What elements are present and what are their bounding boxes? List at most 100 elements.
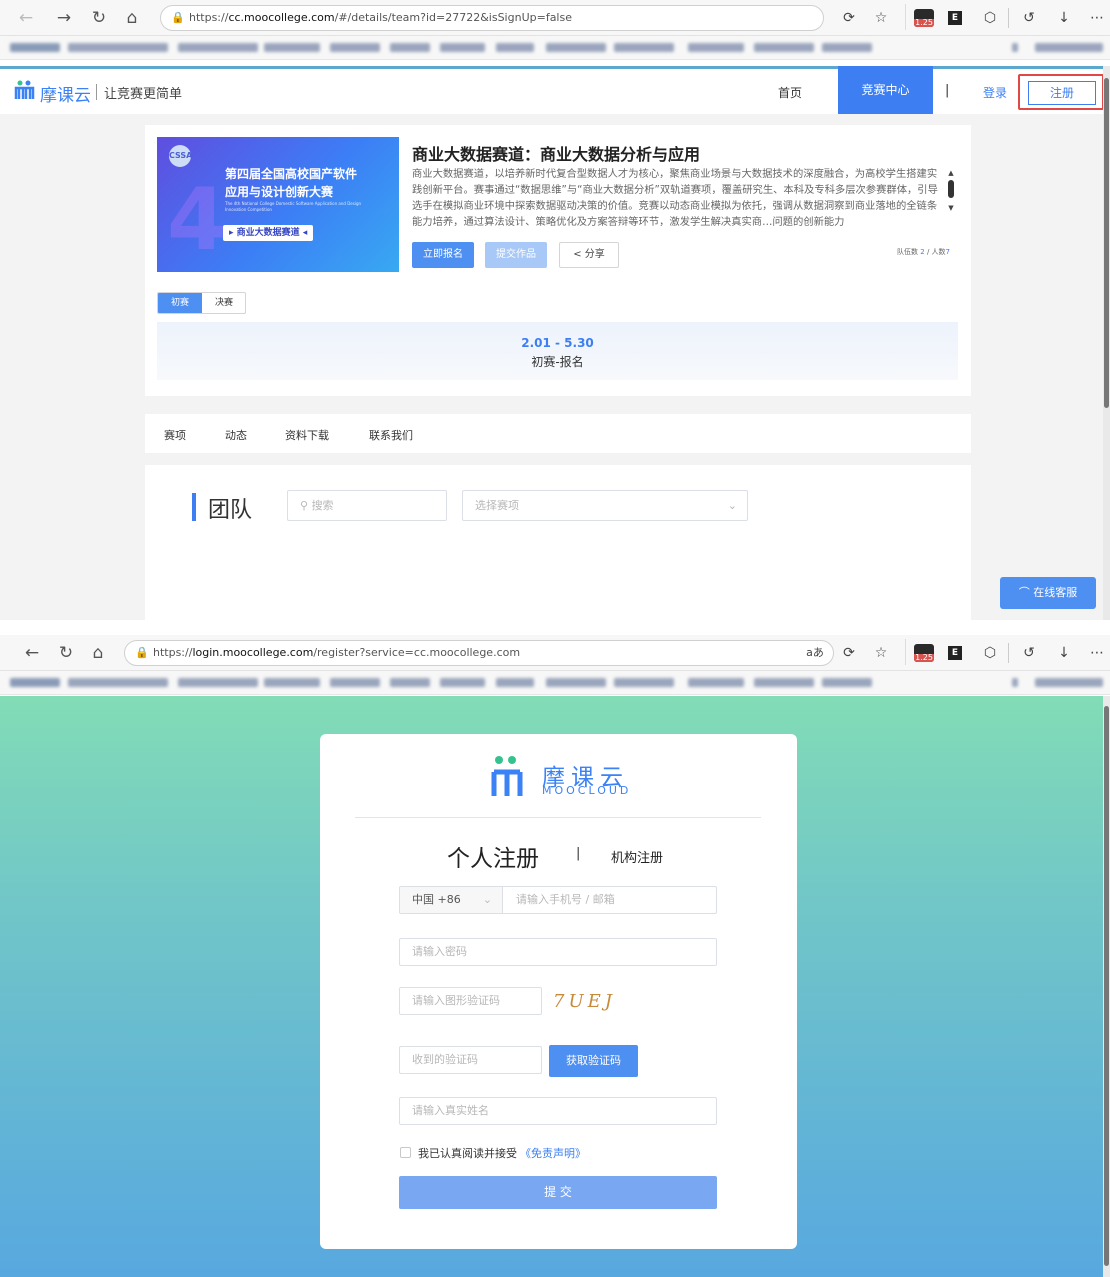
submit-work-button[interactable]: 提交作品 — [485, 242, 547, 268]
login-link[interactable]: 登录 — [983, 84, 1007, 101]
bookmark-item[interactable] — [68, 678, 168, 687]
read-aloud-icon[interactable]: ⟳ — [840, 9, 858, 27]
real-name-input[interactable]: 请输入真实姓名 — [399, 1097, 717, 1125]
home-icon[interactable]: ⌂ — [88, 643, 108, 663]
more-menu-icon[interactable]: ⋯ — [1088, 644, 1106, 662]
extensions-puzzle-icon[interactable]: ⬡ — [981, 9, 999, 27]
nav-home[interactable]: 首页 — [778, 84, 802, 101]
bookmark-item[interactable] — [440, 43, 485, 52]
bookmark-item[interactable] — [822, 43, 872, 52]
event-select[interactable]: 选择赛项 ⌄ — [462, 490, 748, 521]
home-icon[interactable]: ⌂ — [122, 8, 142, 28]
bookmark-item[interactable] — [546, 43, 606, 52]
more-menu-icon[interactable]: ⋯ — [1088, 9, 1106, 27]
bookmark-item[interactable] — [10, 678, 60, 687]
bookmark-item[interactable] — [1012, 43, 1018, 52]
bookmark-item[interactable] — [264, 678, 320, 687]
bookmark-item[interactable] — [496, 678, 534, 687]
bookmark-item[interactable] — [68, 43, 168, 52]
bookmark-item[interactable] — [330, 678, 380, 687]
bookmark-item[interactable] — [754, 43, 814, 52]
bookmark-item[interactable] — [264, 43, 320, 52]
extension-badge-icon[interactable]: 1.25 — [914, 644, 934, 662]
scrollbar-thumb[interactable] — [1104, 706, 1109, 1266]
contest-description: 商业大数据赛道，以培养新时代复合型数据人才为核心，聚焦商业场景与大数据技术的深度… — [412, 168, 938, 228]
agree-text: 我已认真阅读并接受 — [418, 1147, 517, 1160]
lock-icon: 🔒 — [171, 11, 185, 24]
scroll-thumb[interactable] — [948, 180, 954, 198]
forward-icon[interactable]: → — [54, 8, 74, 28]
extension-icon[interactable]: E — [948, 11, 962, 25]
bookmark-item[interactable] — [1012, 678, 1018, 687]
subnav-news[interactable]: 动态 — [225, 427, 247, 443]
bookmark-item[interactable] — [390, 43, 430, 52]
page-scrollbar-2[interactable] — [1103, 696, 1110, 1277]
favorite-star-icon[interactable]: ☆ — [872, 644, 890, 662]
bookmark-item[interactable] — [614, 43, 674, 52]
bookmark-item[interactable] — [1035, 678, 1103, 687]
share-button[interactable]: < 分享 — [559, 242, 619, 268]
tab-personal-register[interactable]: 个人注册 — [447, 839, 539, 873]
bookmark-item[interactable] — [330, 43, 380, 52]
phone-email-input[interactable]: 请输入手机号 / 邮箱 — [516, 887, 615, 913]
timeline-panel: 2.01 - 5.30 初赛-报名 — [157, 322, 958, 380]
tab-preliminary[interactable]: 初赛 — [158, 293, 202, 313]
bookmark-item[interactable] — [688, 678, 744, 687]
bookmark-item[interactable] — [390, 678, 430, 687]
subnav-contact[interactable]: 联系我们 — [369, 427, 413, 443]
online-service-button[interactable]: ⌒ 在线客服 — [1000, 577, 1096, 609]
bookmark-item[interactable] — [546, 678, 606, 687]
sms-code-input[interactable]: 收到的验证码 — [399, 1046, 542, 1074]
country-code-select[interactable]: 中国 +86 ⌄ — [400, 887, 503, 913]
download-icon[interactable]: ↓ — [1055, 644, 1073, 662]
search-icon: ⚲ — [300, 499, 309, 512]
subnav-items[interactable]: 赛项 — [164, 427, 186, 443]
description-scrollbar[interactable]: ▲ ▼ — [947, 169, 955, 227]
captcha-image[interactable]: 7UEJ — [553, 991, 633, 1013]
register-button[interactable]: 注册 — [1028, 81, 1096, 105]
address-bar[interactable]: 🔒 https://cc.moocollege.com/#/details/te… — [160, 5, 824, 31]
bookmark-item[interactable] — [440, 678, 485, 687]
signup-button[interactable]: 立即报名 — [412, 242, 474, 268]
bookmark-item[interactable] — [496, 43, 534, 52]
get-code-button[interactable]: 获取验证码 — [549, 1045, 638, 1077]
password-input[interactable]: 请输入密码 — [399, 938, 717, 966]
bookmark-item[interactable] — [822, 678, 872, 687]
submit-button[interactable]: 提 交 — [399, 1176, 717, 1209]
refresh-icon[interactable]: ↻ — [56, 643, 76, 663]
read-aloud-icon[interactable]: ⟳ — [840, 644, 858, 662]
page-scrollbar[interactable] — [1103, 66, 1110, 620]
bookmark-item[interactable] — [10, 43, 60, 52]
nav-competition-center[interactable]: 竞赛中心 — [838, 66, 933, 114]
extensions-puzzle-icon[interactable]: ⬡ — [981, 644, 999, 662]
contest-banner: CSSA 4 第四届全国高校国产软件 应用与设计创新大赛 The 4th Nat… — [157, 137, 399, 272]
back-icon[interactable]: ← — [16, 8, 36, 28]
tab-org-register[interactable]: 机构注册 — [611, 847, 663, 866]
back-icon[interactable]: ← — [22, 643, 42, 663]
history-icon[interactable]: ↺ — [1020, 644, 1038, 662]
subnav-downloads[interactable]: 资料下载 — [285, 427, 329, 443]
captcha-input[interactable]: 请输入图形验证码 — [399, 987, 542, 1015]
bookmark-item[interactable] — [754, 678, 814, 687]
bookmark-item[interactable] — [178, 678, 258, 687]
bookmark-item[interactable] — [1035, 43, 1103, 52]
tab-final[interactable]: 决赛 — [202, 293, 245, 313]
scrollbar-thumb[interactable] — [1104, 78, 1109, 408]
translate-icon[interactable]: aあ — [806, 644, 824, 662]
refresh-icon[interactable]: ↻ — [89, 8, 109, 28]
scroll-up-icon[interactable]: ▲ — [947, 169, 955, 177]
agree-checkbox[interactable] — [400, 1147, 411, 1158]
logo-text: 摩课云 — [40, 86, 91, 106]
extension-icon[interactable]: E — [948, 646, 962, 660]
disclaimer-link[interactable]: 《免责声明》 — [520, 1145, 586, 1161]
extension-badge-icon[interactable]: 1.25 — [914, 9, 934, 27]
scroll-down-icon[interactable]: ▼ — [947, 204, 955, 212]
history-icon[interactable]: ↺ — [1020, 9, 1038, 27]
bookmark-item[interactable] — [614, 678, 674, 687]
address-bar-2[interactable]: 🔒 https://login.moocollege.com/register?… — [124, 640, 834, 666]
bookmark-item[interactable] — [688, 43, 744, 52]
team-search-input[interactable]: ⚲ 搜索 — [287, 490, 447, 521]
bookmark-item[interactable] — [178, 43, 258, 52]
favorite-star-icon[interactable]: ☆ — [872, 9, 890, 27]
download-icon[interactable]: ↓ — [1055, 9, 1073, 27]
